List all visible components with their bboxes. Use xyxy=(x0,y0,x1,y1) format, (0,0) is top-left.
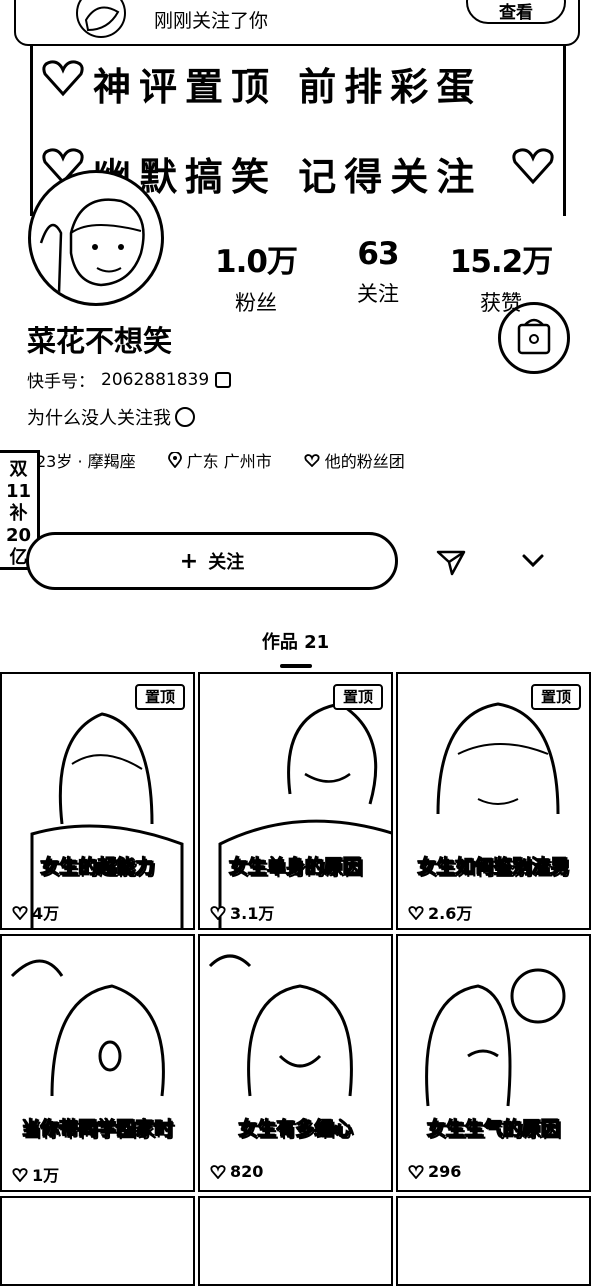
pinned-badge: 置顶 xyxy=(135,684,185,710)
video-tile[interactable]: 当你带同学回家时 1万 xyxy=(0,934,195,1192)
location-text: 广东 广州市 xyxy=(186,452,272,471)
copy-icon[interactable] xyxy=(215,371,232,388)
tag-fan-group[interactable]: 他的粉丝团 xyxy=(304,448,405,472)
kuaishou-id-row[interactable]: 快手号： 2062881839 xyxy=(27,367,232,392)
heart-icon xyxy=(408,905,424,920)
likes-count: 296 xyxy=(428,1162,462,1181)
kuaishou-id-label: 快手号： xyxy=(27,372,95,392)
video-likes: 296 xyxy=(408,1162,461,1181)
profile-tags: 23岁 · 摩羯座 广东 广州市 他的粉丝团 xyxy=(36,448,437,472)
likes-count: 820 xyxy=(230,1162,264,1181)
heart-outline-icon xyxy=(304,454,320,467)
video-tile[interactable]: 置顶 女生单身的原因 3.1万 xyxy=(198,672,393,930)
follow-button[interactable]: + 关注 xyxy=(26,532,398,590)
video-thumbnail xyxy=(218,702,391,928)
notification-text: 刚刚关注了你 xyxy=(154,10,269,32)
video-likes: 1万 xyxy=(12,1162,59,1186)
follow-label: 关注 xyxy=(208,552,245,573)
heart-icon xyxy=(42,60,84,97)
follow-notification-card[interactable]: 刚刚关注了你 查看 xyxy=(14,0,580,46)
video-tile[interactable]: 置顶 女生如何鉴别渣男 2.6万 xyxy=(396,672,591,930)
profile-avatar[interactable] xyxy=(28,170,164,306)
video-title: 女生的超能力 xyxy=(40,856,155,879)
video-likes: 4万 xyxy=(12,900,59,924)
age-zodiac-text: 23岁 · 摩羯座 xyxy=(36,452,136,471)
plus-icon: + xyxy=(179,548,199,574)
shop-badge-icon[interactable] xyxy=(498,302,570,374)
profile-bio: 为什么没人关注我 xyxy=(27,404,195,430)
heart-icon xyxy=(12,1167,28,1182)
likes-count: 3.1万 xyxy=(230,904,275,923)
stat-following[interactable]: 63 关注 xyxy=(318,236,438,308)
chevron-down-icon[interactable] xyxy=(520,550,546,570)
likes-count: 2.6万 xyxy=(428,904,473,923)
video-tile[interactable]: 女生生气的原因 296 xyxy=(396,934,591,1192)
video-tile[interactable] xyxy=(396,1196,591,1286)
video-thumbnail xyxy=(10,959,165,1097)
pinned-badge: 置顶 xyxy=(531,684,581,710)
video-tile[interactable]: 女生有多细心 820 xyxy=(198,934,393,1192)
view-button[interactable]: 查看 xyxy=(466,0,566,24)
video-thumbnail xyxy=(425,968,566,1107)
banner-line-2: 幽默搞笑 记得关注 xyxy=(93,154,483,199)
video-title: 女生单身的原因 xyxy=(228,856,362,879)
tag-age-zodiac: 23岁 · 摩羯座 xyxy=(36,448,136,472)
fans-label: 粉丝 xyxy=(235,291,277,315)
share-icon[interactable] xyxy=(436,548,466,576)
video-likes: 3.1万 xyxy=(210,900,274,924)
video-tile[interactable]: 置顶 女生的超能力 4万 xyxy=(0,672,195,930)
bio-text: 为什么没人关注我 xyxy=(27,408,171,429)
video-likes: 820 xyxy=(210,1162,263,1181)
likes-count: 1万 xyxy=(32,1166,60,1185)
video-likes: 2.6万 xyxy=(408,900,472,924)
video-title: 当你带同学回家时 xyxy=(21,1118,174,1141)
heart-icon xyxy=(12,905,28,920)
banner-line-1: 神评置顶 前排彩蛋 xyxy=(93,64,483,109)
likes-count: 4万 xyxy=(32,904,60,923)
following-label: 关注 xyxy=(357,282,399,306)
following-count: 63 xyxy=(357,236,399,272)
video-title: 女生有多细心 xyxy=(238,1118,353,1141)
emoji-icon xyxy=(175,407,195,427)
video-thumbnail xyxy=(30,712,184,928)
stat-fans[interactable]: 1.0万 粉丝 xyxy=(196,236,316,317)
video-title: 女生如何鉴别渣男 xyxy=(417,856,570,879)
heart-icon xyxy=(210,905,226,920)
heart-icon xyxy=(512,148,554,185)
kuaishou-id-value: 2062881839 xyxy=(101,369,210,390)
video-tile[interactable] xyxy=(198,1196,393,1286)
fans-count: 1.0万 xyxy=(215,244,298,280)
notification-avatar xyxy=(76,0,126,38)
tag-location: 广东 广州市 xyxy=(167,448,272,472)
video-tile[interactable] xyxy=(0,1196,195,1286)
likes-count: 15.2万 xyxy=(449,244,554,280)
tab-works[interactable]: 作品 21 xyxy=(0,628,591,654)
video-title: 女生生气的原因 xyxy=(426,1118,560,1141)
video-thumbnail xyxy=(208,954,353,1097)
location-pin-icon xyxy=(167,452,182,468)
heart-icon xyxy=(408,1165,424,1179)
video-thumbnail xyxy=(436,702,560,815)
tab-underline xyxy=(280,664,312,668)
profile-name: 菜花不想笑 xyxy=(27,324,173,358)
heart-icon xyxy=(210,1165,226,1179)
pinned-badge: 置顶 xyxy=(333,684,383,710)
fan-group-text: 他的粉丝团 xyxy=(324,452,405,471)
